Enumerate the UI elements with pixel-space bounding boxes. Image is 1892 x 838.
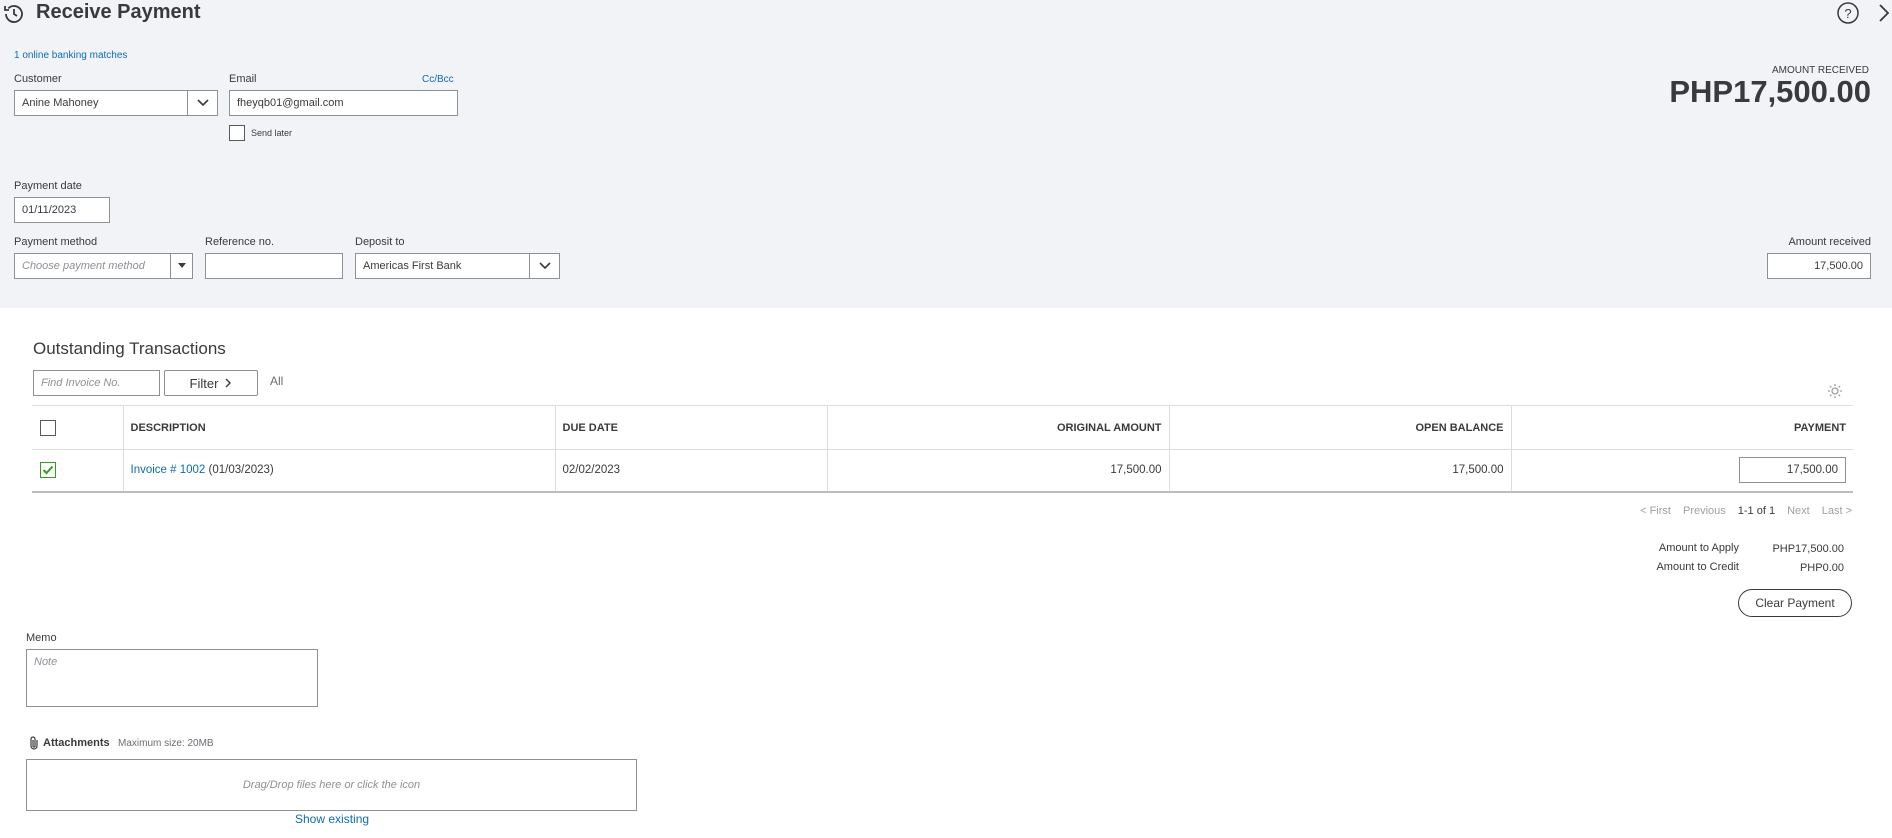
svg-text:?: ?: [1844, 6, 1851, 21]
customer-label: Customer: [14, 73, 62, 85]
email-value: fheyqb01@gmail.com: [237, 97, 344, 109]
customer-value: Anine Mahoney: [22, 97, 99, 109]
attachments-label: Attachments: [43, 737, 110, 749]
checkmark-icon: [42, 466, 54, 475]
memo-field[interactable]: Note: [26, 649, 318, 707]
amount-to-credit-value: PHP0.00: [1799, 562, 1844, 574]
col-open-balance[interactable]: OPEN BALANCE: [1168, 405, 1511, 450]
paperclip-icon: [28, 735, 40, 754]
select-all-cell: [32, 405, 123, 450]
chevron-down-icon[interactable]: [187, 91, 217, 115]
dropzone-text: Drag/Drop files here or click the icon: [242, 779, 421, 791]
caret-down-icon[interactable]: [170, 254, 192, 278]
payment-date-field[interactable]: 01/11/2023: [14, 197, 110, 223]
row-checkbox[interactable]: [40, 462, 56, 479]
pager-range: 1-1 of 1: [1737, 505, 1776, 517]
chevron-down-icon[interactable]: [529, 254, 559, 278]
deposit-to-select[interactable]: Americas First Bank: [355, 253, 560, 279]
invoice-date: (01/03/2023): [208, 464, 274, 477]
email-label: Email: [229, 73, 257, 85]
amount-received-field-label: Amount received: [1788, 236, 1871, 248]
payment-method-select[interactable]: Choose payment method: [14, 253, 193, 279]
amount-received-input-value: 17,500.00: [1814, 260, 1863, 272]
banking-matches-link[interactable]: 1 online banking matches: [14, 50, 127, 61]
col-payment[interactable]: PAYMENT: [1510, 405, 1853, 450]
row-select-cell: [32, 449, 123, 493]
table-row: Invoice # 1002 (01/03/2023) 02/02/2023 1…: [32, 449, 1853, 493]
due-date-cell: 02/02/2023: [554, 449, 827, 493]
show-existing-link[interactable]: Show existing: [295, 812, 369, 826]
send-later-label: Send later: [251, 128, 293, 138]
select-all-checkbox[interactable]: [40, 419, 56, 436]
cc-bcc-link[interactable]: Cc/Bcc: [422, 74, 454, 85]
reference-label: Reference no.: [205, 236, 275, 248]
payment-input[interactable]: 17,500.00: [1739, 457, 1846, 484]
gear-icon[interactable]: [1827, 383, 1843, 402]
reference-field[interactable]: [205, 253, 343, 279]
email-field[interactable]: fheyqb01@gmail.com: [229, 90, 458, 116]
filter-button[interactable]: Filter: [164, 370, 258, 396]
col-original-amount[interactable]: ORIGINAL AMOUNT: [826, 405, 1169, 450]
col-description[interactable]: DESCRIPTION: [122, 405, 555, 450]
pager-last[interactable]: Last >: [1822, 505, 1852, 517]
help-icon[interactable]: ?: [1836, 1, 1860, 25]
attachments-dropzone[interactable]: Drag/Drop files here or click the icon: [26, 759, 637, 811]
open-balance-cell: 17,500.00: [1168, 449, 1511, 493]
amount-to-credit-label: Amount to Credit: [1656, 561, 1739, 573]
payment-method-label: Payment method: [14, 236, 98, 248]
send-later-checkbox[interactable]: [229, 125, 245, 141]
clear-payment-button[interactable]: Clear Payment: [1738, 589, 1852, 617]
pager-previous[interactable]: Previous: [1683, 505, 1726, 517]
amount-to-apply-label: Amount to Apply: [1658, 542, 1739, 554]
attachments-max-size: Maximum size: 20MB: [118, 738, 214, 749]
payment-date-value: 01/11/2023: [22, 204, 77, 216]
amount-received-input[interactable]: 17,500.00: [1767, 253, 1871, 279]
page-title: Receive Payment: [36, 1, 201, 23]
filter-button-label: Filter: [189, 375, 219, 391]
col-due-date[interactable]: DUE DATE: [554, 405, 827, 450]
amount-to-apply-value: PHP17,500.00: [1772, 543, 1844, 555]
outstanding-title: Outstanding Transactions: [33, 339, 226, 358]
original-amount-cell: 17,500.00: [826, 449, 1169, 493]
payment-method-placeholder: Choose payment method: [22, 260, 145, 272]
payment-date-label: Payment date: [14, 180, 82, 192]
chevron-right-icon[interactable]: [1876, 2, 1892, 24]
chevron-right-icon: [224, 376, 232, 391]
invoice-link[interactable]: Invoice # 1002: [131, 464, 206, 476]
memo-placeholder: Note: [34, 656, 58, 668]
find-invoice-input[interactable]: Find Invoice No.: [33, 370, 160, 396]
pager-first[interactable]: < First: [1640, 505, 1671, 517]
pager: < First Previous 1-1 of 1 Next Last >: [1640, 505, 1852, 517]
amount-received-total: PHP17,500.00: [1669, 74, 1871, 109]
filter-value: All: [270, 374, 284, 388]
memo-label: Memo: [26, 632, 57, 644]
find-invoice-placeholder: Find Invoice No.: [41, 377, 121, 389]
customer-select[interactable]: Anine Mahoney: [14, 90, 218, 116]
transactions-table: DESCRIPTION DUE DATE ORIGINAL AMOUNT OPE…: [32, 405, 1853, 493]
table-header-row: DESCRIPTION DUE DATE ORIGINAL AMOUNT OPE…: [32, 405, 1853, 450]
pager-next[interactable]: Next: [1787, 505, 1810, 517]
payment-cell: 17,500.00: [1510, 449, 1853, 493]
deposit-to-label: Deposit to: [355, 236, 405, 248]
deposit-to-value: Americas First Bank: [363, 260, 462, 272]
recent-transactions-icon[interactable]: [2, 2, 26, 26]
description-cell: Invoice # 1002 (01/03/2023): [122, 449, 555, 493]
